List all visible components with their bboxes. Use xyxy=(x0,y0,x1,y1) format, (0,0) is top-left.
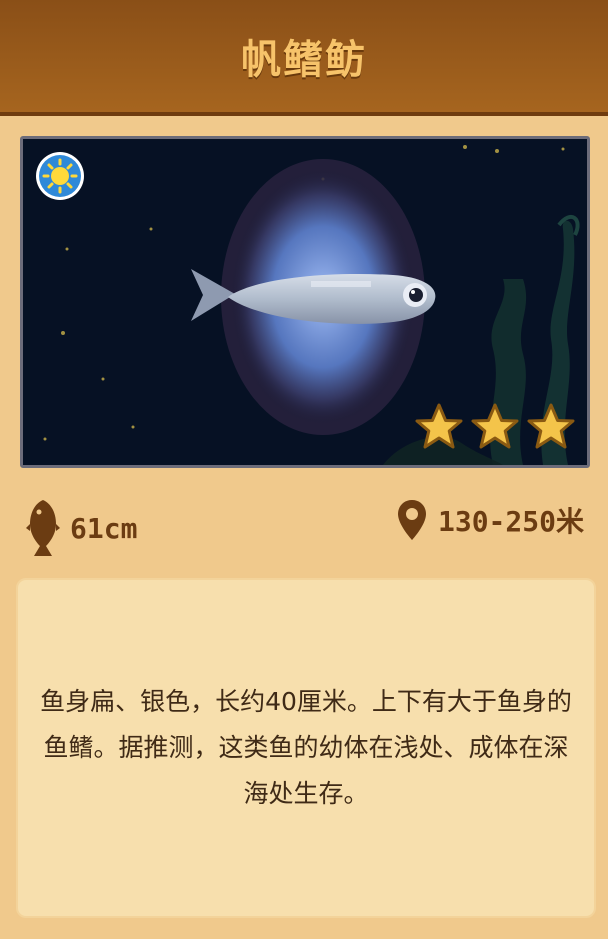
location-pin-icon xyxy=(397,500,426,540)
description-panel: 鱼身扁、银色，长约40厘米。上下有大于鱼身的鱼鳍。据推测，这类鱼的幼体在浅处、成… xyxy=(16,578,596,918)
fish-name-title: 帆鳍鲂 xyxy=(241,37,367,83)
fish-description: 鱼身扁、银色，长约40厘米。上下有大于鱼身的鱼鳍。据推测，这类鱼的幼体在浅处、成… xyxy=(40,687,572,808)
daytime-indicator xyxy=(36,152,84,200)
size-stat: 61cm xyxy=(26,498,137,558)
size-value: 61cm xyxy=(70,511,138,545)
fish-scene-image xyxy=(20,136,590,468)
fish-stats-row: 61cm 130-250米 xyxy=(0,490,608,560)
depth-value: 130-250米 xyxy=(437,505,584,538)
underwater-scene xyxy=(23,139,587,465)
depth-stat: 130-250米 xyxy=(396,498,584,542)
card-header: 帆鳍鲂 xyxy=(0,0,608,116)
fish-detail-card: 帆鳍鲂 61cm 130-250米 鱼身扁、银色，长约40厘米。上下有大于鱼身的… xyxy=(0,0,608,939)
fish-icon xyxy=(26,500,60,556)
